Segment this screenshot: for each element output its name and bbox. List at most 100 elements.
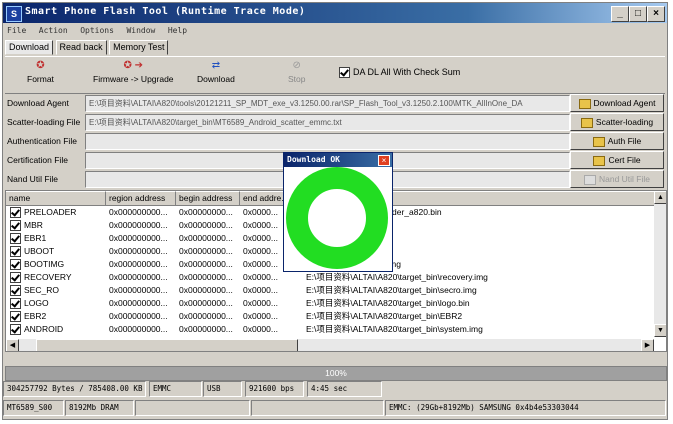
status-chip: MT6589_S00 (3, 400, 64, 416)
window-title: Smart Phone Flash Tool (Runtime Trace Mo… (25, 6, 306, 17)
dialog-close-icon[interactable]: × (378, 155, 390, 166)
checkbox-checked-icon (339, 67, 350, 79)
firmware-upgrade-button[interactable]: ✪ ➔ Firmware -> Upgrade (93, 60, 174, 84)
checkbox-checked-icon[interactable] (10, 259, 21, 271)
checkbox-checked-icon[interactable] (10, 207, 21, 219)
table-row[interactable]: SEC_RO 0x000000000... 0x00000000... 0x0000.… (6, 284, 656, 297)
checkbox-checked-icon[interactable] (10, 233, 21, 245)
column-region-address[interactable]: region address (106, 191, 176, 206)
scatter-loading-row: Scatter-loading File E:\项目资料\ALTAI\A820\… (5, 113, 665, 132)
checkbox-checked-icon[interactable] (10, 220, 21, 232)
partition-name: ANDROID (24, 324, 64, 334)
nand-util-button[interactable]: Nand Util File (570, 170, 664, 188)
checkbox-checked-icon[interactable] (10, 285, 21, 297)
da-dl-checksum-checkbox[interactable]: DA DL All With Check Sum (339, 67, 460, 79)
maximize-button[interactable]: □ (629, 6, 647, 22)
scroll-right-icon[interactable]: ▶ (641, 339, 654, 351)
partition-name: LOGO (24, 298, 49, 308)
menu-window[interactable]: Window (126, 26, 155, 35)
begin-address: 0x00000000... (179, 207, 233, 217)
table-row[interactable]: EBR2 0x000000000... 0x00000000... 0x0000...… (6, 310, 656, 323)
scroll-thumb[interactable] (36, 339, 298, 351)
download-agent-button[interactable]: Download Agent (570, 94, 664, 112)
begin-address: 0x00000000... (179, 272, 233, 282)
title-bar[interactable]: S Smart Phone Flash Tool (Runtime Trace … (3, 3, 667, 23)
row-name-cell: SEC_RO (10, 284, 106, 297)
menu-help[interactable]: Help (168, 26, 187, 35)
progress-bar: 100% (5, 366, 667, 381)
folder-icon (578, 98, 591, 109)
cert-file-button[interactable]: Cert File (570, 151, 664, 169)
scatter-loading-button[interactable]: Scatter-loading (570, 113, 664, 131)
tab-download[interactable]: Download (5, 40, 54, 55)
format-icon: ✪ (36, 60, 45, 71)
status-bar-transfer: 304257792 Bytes / 785408.00 KB EMMC USB … (3, 381, 667, 397)
partition-name: BOOTIMG (24, 259, 65, 269)
checkbox-checked-icon[interactable] (10, 311, 21, 323)
authentication-field[interactable] (85, 133, 570, 150)
close-button[interactable]: × (647, 6, 665, 22)
horizontal-scrollbar[interactable]: ◀ ▶ (6, 339, 654, 351)
scroll-left-icon[interactable]: ◀ (6, 339, 19, 351)
menu-bar: File Action Options Window Help (3, 24, 667, 38)
partition-name: PRELOADER (24, 207, 77, 217)
download-agent-field[interactable]: E:\项目资料\ALTAI\A820\tools\20121211_SP_MDT… (85, 95, 570, 112)
menu-options[interactable]: Options (80, 26, 114, 35)
checkbox-checked-icon[interactable] (10, 246, 21, 258)
auth-file-button[interactable]: Auth File (570, 132, 664, 150)
begin-address: 0x00000000... (179, 233, 233, 243)
checkbox-checked-icon[interactable] (10, 298, 21, 310)
region-address: 0x000000000... (109, 324, 168, 334)
menu-action[interactable]: Action (39, 26, 68, 35)
status-empty-1 (135, 400, 250, 416)
region-address: 0x000000000... (109, 259, 168, 269)
download-label: Download (197, 74, 235, 84)
file-path: E:\项目资料\ALTAI\A820\target_bin\recovery.i… (306, 272, 488, 282)
firmware-upgrade-icon: ✪ ➔ (123, 60, 144, 71)
authentication-label: Authentication File (7, 136, 77, 146)
menu-file[interactable]: File (7, 26, 26, 35)
partition-name: RECOVERY (24, 272, 72, 282)
download-button[interactable]: ⇄ Download (197, 60, 235, 84)
row-name-cell: ANDROID (10, 323, 106, 336)
end-address: 0x0000... (243, 324, 278, 334)
row-name-cell: RECOVERY (10, 271, 106, 284)
table-row[interactable]: RECOVERY 0x000000000... 0x00000000... 0x000… (6, 271, 656, 284)
column-name[interactable]: name (6, 191, 106, 206)
row-name-cell: MBR (10, 219, 106, 232)
scatter-loading-button-label: Scatter-loading (595, 117, 654, 127)
region-address: 0x000000000... (109, 298, 168, 308)
begin-address: 0x00000000... (179, 220, 233, 230)
minimize-button[interactable]: _ (611, 6, 629, 22)
tab-memory-test[interactable]: Memory Test (109, 40, 169, 55)
firmware-upgrade-label: Firmware -> Upgrade (93, 74, 174, 84)
format-label: Format (27, 74, 54, 84)
progress-label: 100% (325, 368, 347, 378)
scroll-up-icon[interactable]: ▲ (654, 191, 666, 204)
auth-file-button-label: Auth File (607, 136, 642, 146)
vertical-scrollbar[interactable]: ▲ ▼ (654, 191, 666, 337)
scatter-loading-field[interactable]: E:\项目资料\ALTAI\A820\target_bin\MT6589_And… (85, 114, 570, 131)
folder-icon (583, 174, 596, 185)
status-port: USB (203, 381, 242, 397)
cert-file-button-label: Cert File (608, 155, 641, 165)
dialog-title: Download OK (284, 153, 392, 167)
region-address: 0x000000000... (109, 272, 168, 282)
end-address: 0x0000... (243, 311, 278, 321)
success-ring (286, 167, 388, 269)
format-button[interactable]: ✪ Format (27, 60, 54, 84)
table-row[interactable]: ANDROID 0x000000000... 0x00000000... 0x0000… (6, 323, 656, 336)
app-icon: S (6, 6, 22, 22)
checkbox-checked-icon[interactable] (10, 324, 21, 336)
partition-name: SEC_RO (24, 285, 59, 295)
stop-label: Stop (288, 74, 306, 84)
stop-button[interactable]: ⊘ Stop (288, 60, 306, 84)
file-path: E:\项目资料\ALTAI\A820\target_bin\system.img (306, 324, 483, 334)
tab-read-back[interactable]: Read back (55, 40, 107, 55)
scroll-down-icon[interactable]: ▼ (654, 324, 666, 337)
table-row[interactable]: LOGO 0x000000000... 0x00000000... 0x0000...… (6, 297, 656, 310)
download-agent-row: Download Agent E:\项目资料\ALTAI\A820\tools\… (5, 94, 665, 113)
checkbox-checked-icon[interactable] (10, 272, 21, 284)
column-begin-address[interactable]: begin address (176, 191, 240, 206)
status-elapsed-time: 4:45 sec (307, 381, 382, 397)
